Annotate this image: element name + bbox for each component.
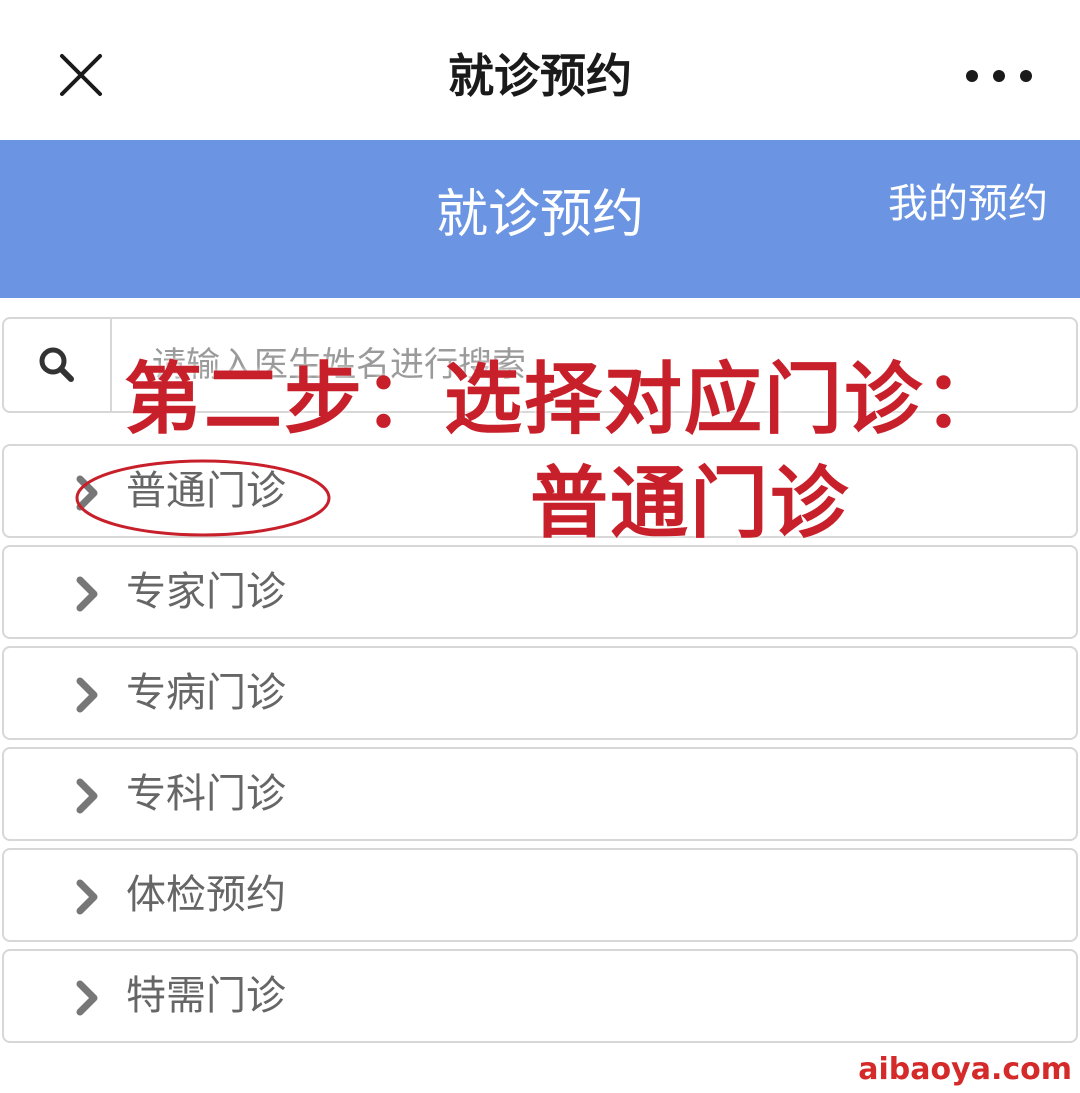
clinic-item-label: 体检预约 [126,872,286,918]
mini-program-header: 就诊预约 [0,0,1080,140]
more-icon [966,70,978,82]
clinic-item-special-needs[interactable]: 特需门诊 [2,949,1078,1043]
banner: 就诊预约 我的预约 [0,140,1080,298]
clinic-item-label: 专家门诊 [126,569,286,615]
doctor-search-input[interactable] [116,325,1066,405]
search-icon [39,347,74,382]
clinic-item-label: 普通门诊 [126,468,286,514]
chevron-right-icon [72,978,102,1018]
my-appointments-link[interactable]: 我的预约 [888,176,1048,232]
chevron-right-icon [72,473,102,513]
clinic-item-expert[interactable]: 专家门诊 [2,545,1078,639]
more-button[interactable] [966,62,1032,90]
clinic-item-physical-exam[interactable]: 体检预约 [2,848,1078,942]
page-title: 就诊预约 [448,49,632,103]
clinic-item-specialty[interactable]: 专科门诊 [2,747,1078,841]
clinic-item-label: 专病门诊 [126,670,286,716]
search-bar [2,317,1078,413]
clinic-item-label: 特需门诊 [126,973,286,1019]
watermark: aibaoya.com [858,1052,1072,1087]
chevron-right-icon [72,574,102,614]
clinic-item-label: 专科门诊 [126,771,286,817]
clinic-item-general[interactable]: 普通门诊 [2,444,1078,538]
chevron-right-icon [72,776,102,816]
clinic-item-disease[interactable]: 专病门诊 [2,646,1078,740]
search-button[interactable] [4,319,112,411]
chevron-right-icon [72,877,102,917]
chevron-right-icon [72,675,102,715]
